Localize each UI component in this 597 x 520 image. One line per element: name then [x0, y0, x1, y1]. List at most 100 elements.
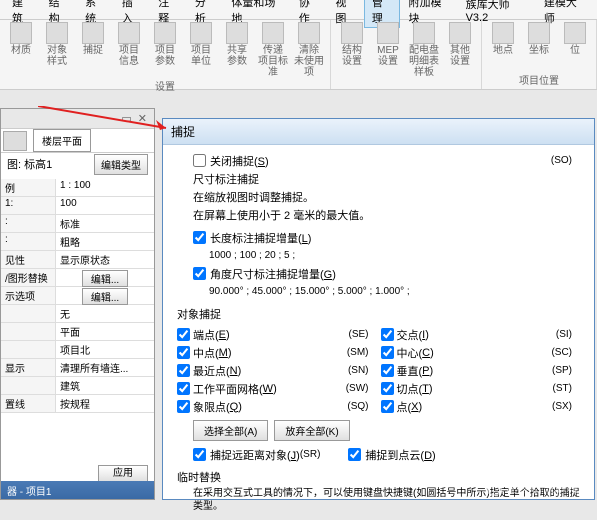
- property-value[interactable]: 编辑...: [56, 269, 154, 286]
- ribbon-group-settings: 材质对象样式捕捉项目信息项目参数项目单位共享参数传递项目标准清除未使用项 设置: [0, 20, 331, 89]
- property-row[interactable]: 显示清理所有墙连...: [1, 359, 154, 377]
- snap-option[interactable]: 切点(T): [381, 380, 537, 397]
- ribbon-label: 项目参数: [155, 45, 175, 67]
- ribbon-item[interactable]: 地点: [486, 22, 520, 56]
- property-value[interactable]: 标准: [56, 215, 154, 232]
- property-value[interactable]: 无: [56, 305, 154, 322]
- edit-type-button[interactable]: 编辑类型: [94, 154, 148, 175]
- snap-checkbox[interactable]: [177, 364, 190, 377]
- property-key: :: [1, 215, 56, 232]
- ribbon-item[interactable]: 清除未使用项: [292, 22, 326, 78]
- property-row[interactable]: 见性显示原状态: [1, 251, 154, 269]
- snap-checkbox[interactable]: [381, 328, 394, 341]
- ribbon: 材质对象样式捕捉项目信息项目参数项目单位共享参数传递项目标准清除未使用项 设置 …: [0, 20, 597, 90]
- property-row[interactable]: 无: [1, 305, 154, 323]
- property-row[interactable]: 建筑: [1, 377, 154, 395]
- remote-snap-code: (SR): [300, 449, 329, 460]
- status-bar: 器 - 项目1: [1, 481, 154, 499]
- snap-option[interactable]: 工作平面网格(W): [177, 380, 333, 397]
- ribbon-item[interactable]: 坐标: [522, 22, 556, 56]
- snap-checkbox[interactable]: [177, 400, 190, 413]
- ribbon-item[interactable]: 材质: [4, 22, 38, 78]
- snap-code: (SP): [540, 362, 580, 379]
- snap-checkbox[interactable]: [381, 382, 394, 395]
- snap-checkbox[interactable]: [177, 328, 190, 341]
- property-value[interactable]: 编辑...: [56, 287, 154, 304]
- remote-snap-label: 捕捉远距离对象(J): [210, 447, 300, 463]
- ribbon-item[interactable]: 项目参数: [148, 22, 182, 78]
- property-value[interactable]: 按规程: [56, 395, 154, 412]
- ribbon-group-label: 项目位置: [519, 72, 559, 87]
- snap-option[interactable]: 中心(C): [381, 344, 537, 361]
- snap-checkbox[interactable]: [177, 346, 190, 359]
- ribbon-label: 捕捉: [83, 45, 103, 56]
- ribbon-icon: [82, 22, 104, 44]
- ribbon-label: 位: [570, 45, 580, 56]
- property-key: 置线: [1, 395, 56, 412]
- property-value[interactable]: 清理所有墙连...: [56, 359, 154, 376]
- property-row[interactable]: 平面: [1, 323, 154, 341]
- ribbon-label: 清除未使用项: [292, 45, 326, 78]
- snap-option[interactable]: 象限点(Q): [177, 398, 333, 415]
- pointcloud-snap-checkbox[interactable]: [348, 448, 361, 461]
- properties-panel: ▭ ✕ 楼层平面 图: 标高1 编辑类型 例1 : 1001:100:标准:粗略…: [0, 108, 155, 500]
- property-value[interactable]: 平面: [56, 323, 154, 340]
- property-key: 例: [1, 179, 56, 196]
- snap-option[interactable]: 端点(E): [177, 326, 333, 343]
- snap-code: (ST): [540, 380, 580, 397]
- ribbon-label: 配电盘明细表样板: [407, 45, 441, 78]
- ribbon-item[interactable]: 项目信息: [112, 22, 146, 78]
- remote-snap-checkbox[interactable]: [193, 448, 206, 461]
- ribbon-label: 项目信息: [119, 45, 139, 67]
- ribbon-item[interactable]: 其他设置: [443, 22, 477, 78]
- close-snap-checkbox[interactable]: [193, 154, 206, 167]
- property-row[interactable]: :标准: [1, 215, 154, 233]
- property-row[interactable]: 1:100: [1, 197, 154, 215]
- property-value[interactable]: 项目北: [56, 341, 154, 358]
- dim-text1: 在缩放视图时调整捕捉。: [193, 189, 314, 205]
- property-row[interactable]: 项目北: [1, 341, 154, 359]
- snap-option[interactable]: 点(X): [381, 398, 537, 415]
- property-value[interactable]: 1 : 100: [56, 179, 154, 196]
- ribbon-item[interactable]: 配电盘明细表样板: [407, 22, 441, 78]
- property-value[interactable]: 粗略: [56, 233, 154, 250]
- ribbon-label: MEP设置: [377, 45, 399, 67]
- property-row[interactable]: 示选项编辑...: [1, 287, 154, 305]
- property-row[interactable]: 置线按规程: [1, 395, 154, 413]
- ribbon-item[interactable]: 共享参数: [220, 22, 254, 78]
- ribbon-item[interactable]: 捕捉: [76, 22, 110, 78]
- snap-option[interactable]: 最近点(N): [177, 362, 333, 379]
- apply-button[interactable]: 应用: [98, 465, 148, 482]
- property-value[interactable]: 显示原状态: [56, 251, 154, 268]
- release-all-button[interactable]: 放弃全部(K): [274, 420, 349, 441]
- snap-checkbox[interactable]: [177, 382, 190, 395]
- property-value[interactable]: 建筑: [56, 377, 154, 394]
- snap-checkbox[interactable]: [381, 364, 394, 377]
- snap-option[interactable]: 中点(M): [177, 344, 333, 361]
- ribbon-item[interactable]: 结构设置: [335, 22, 369, 78]
- snap-option[interactable]: 垂直(P): [381, 362, 537, 379]
- tab-floor-plan[interactable]: 楼层平面: [33, 129, 91, 152]
- property-key: 示选项: [1, 287, 56, 304]
- snap-checkbox[interactable]: [381, 400, 394, 413]
- snap-dialog: 捕捉 关闭捕捉(S) (SO) 尺寸标注捕捉 在缩放视图时调整捕捉。 在屏幕上使…: [162, 118, 595, 500]
- snap-option[interactable]: 交点(I): [381, 326, 537, 343]
- property-key: /图形替换: [1, 269, 56, 286]
- property-key: [1, 305, 56, 322]
- select-all-button[interactable]: 选择全部(A): [193, 420, 268, 441]
- property-row[interactable]: /图形替换编辑...: [1, 269, 154, 287]
- ribbon-label: 项目单位: [191, 45, 211, 67]
- property-row[interactable]: :粗略: [1, 233, 154, 251]
- angle-snap-checkbox[interactable]: [193, 267, 206, 280]
- property-row[interactable]: 例1 : 100: [1, 179, 154, 197]
- panel-close-icon[interactable]: ✕: [135, 112, 150, 125]
- property-value[interactable]: 100: [56, 197, 154, 214]
- ribbon-item[interactable]: MEP设置: [371, 22, 405, 78]
- ribbon-item[interactable]: 传递项目标准: [256, 22, 290, 78]
- snap-checkbox[interactable]: [381, 346, 394, 359]
- ribbon-item[interactable]: 位: [558, 22, 592, 56]
- ribbon-item[interactable]: 项目单位: [184, 22, 218, 78]
- panel-pin-icon[interactable]: ▭: [118, 112, 134, 125]
- length-snap-checkbox[interactable]: [193, 231, 206, 244]
- ribbon-item[interactable]: 对象样式: [40, 22, 74, 78]
